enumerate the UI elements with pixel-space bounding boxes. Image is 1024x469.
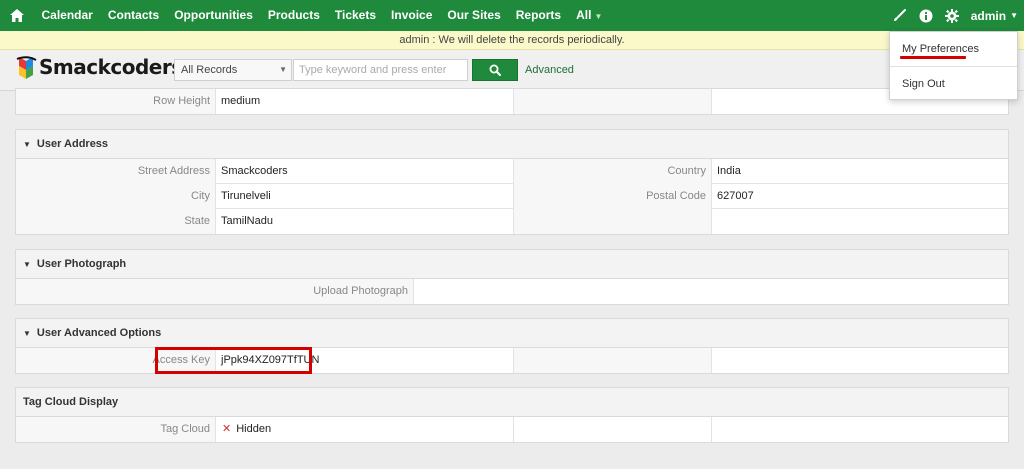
search-button[interactable] [472, 59, 518, 81]
empty-label [514, 417, 712, 442]
row-height-label: Row Height [16, 89, 216, 114]
nav-reports[interactable]: Reports [508, 0, 568, 31]
nav-contacts[interactable]: Contacts [100, 0, 166, 31]
block-header[interactable]: ▼ User Advanced Options [16, 319, 1008, 348]
table-row: City Tirunelveli Postal Code 627007 [16, 184, 1008, 209]
user-menu-toggle[interactable]: admin ▼ [965, 9, 1024, 23]
nav-invoice[interactable]: Invoice [384, 0, 440, 31]
table-row: Row Height medium [16, 89, 1008, 114]
table-row: Upload Photograph [16, 279, 1008, 304]
nav-tickets[interactable]: Tickets [327, 0, 383, 31]
chevron-down-icon: ▼ [279, 65, 287, 74]
my-preferences-link[interactable]: My Preferences [902, 43, 979, 55]
nav-all[interactable]: All ▼ [569, 0, 610, 32]
city-value: Tirunelveli [216, 184, 514, 209]
nav-products[interactable]: Products [260, 0, 327, 31]
empty-label [514, 209, 712, 234]
block-header: Tag Cloud Display [16, 388, 1008, 417]
collapse-triangle-icon[interactable]: ▼ [23, 130, 31, 159]
chevron-down-icon: ▼ [1010, 11, 1018, 20]
empty-label [514, 89, 712, 114]
nav-right-tools: admin ▼ [887, 0, 1024, 31]
advanced-search-link[interactable]: Advanced [525, 64, 574, 76]
table-row: Tag Cloud ✕ Hidden [16, 417, 1008, 442]
notice-banner: admin : We will delete the records perio… [0, 31, 1024, 50]
info-icon[interactable] [913, 0, 939, 31]
upload-photograph-value[interactable] [414, 279, 1008, 304]
user-dropdown-menu: My Preferences Sign Out [889, 31, 1018, 100]
detail-content: Row Height medium ▼ User Address Street … [0, 88, 1024, 469]
user-address-block: ▼ User Address Street Address Smackcoder… [15, 129, 1009, 235]
empty-value [712, 209, 1008, 234]
city-label: City [16, 184, 216, 209]
logo[interactable]: Smackcoders [16, 55, 183, 79]
records-filter-value: All Records [181, 64, 238, 76]
brush-icon[interactable] [887, 0, 913, 31]
block-header[interactable]: ▼ User Address [16, 130, 1008, 159]
gear-icon[interactable] [939, 0, 965, 31]
preferences-block: Row Height medium [15, 88, 1009, 115]
block-header[interactable]: ▼ User Photograph [16, 250, 1008, 279]
country-value: India [717, 165, 741, 177]
state-value: TamilNadu [216, 209, 514, 234]
dropdown-divider [890, 66, 1017, 67]
chevron-down-icon: ▼ [594, 11, 603, 21]
logo-mark-icon [16, 55, 38, 79]
block-title: User Advanced Options [36, 326, 162, 339]
home-icon[interactable] [0, 0, 34, 31]
my-preferences-underline [900, 56, 966, 59]
collapse-triangle-icon[interactable]: ▼ [23, 319, 31, 348]
tag-cloud-value: ✕ Hidden [216, 417, 514, 442]
empty-value [712, 348, 1008, 373]
top-navigation: Calendar Contacts Opportunities Products… [0, 0, 1024, 31]
nav-opportunities[interactable]: Opportunities [167, 0, 261, 31]
nav-our-sites[interactable]: Our Sites [440, 0, 508, 31]
notice-text: admin : We will delete the records perio… [399, 34, 625, 46]
records-filter-select[interactable]: All Records ▼ [174, 59, 292, 81]
cross-icon: ✕ [222, 423, 232, 435]
sign-out-link[interactable]: Sign Out [902, 78, 945, 90]
access-key-highlight [155, 347, 312, 374]
empty-value [712, 417, 1008, 442]
tag-cloud-block: Tag Cloud Display Tag Cloud ✕ Hidden [15, 387, 1009, 443]
tag-cloud-label: Tag Cloud [16, 417, 216, 442]
table-row: Street Address Smackcoders Country India [16, 159, 1008, 184]
block-title: User Photograph [36, 257, 127, 270]
nav-calendar[interactable]: Calendar [34, 0, 100, 31]
country-label: Country [514, 159, 712, 184]
nav-all-label: All [576, 7, 592, 22]
search-bar: Smackcoders All Records ▼ Advanced [0, 50, 1024, 91]
user-name: admin [970, 8, 1007, 23]
collapse-triangle-icon[interactable]: ▼ [23, 250, 31, 279]
brand-name: Smackcoders [39, 55, 183, 79]
postal-code-value: 627007 [717, 190, 754, 202]
search-input[interactable] [293, 59, 468, 81]
state-label: State [16, 209, 216, 234]
block-title: User Address [36, 137, 109, 150]
main-menu: Calendar Contacts Opportunities Products… [34, 0, 610, 31]
empty-label [514, 348, 712, 373]
search-icon [489, 64, 501, 76]
postal-code-label: Postal Code [514, 184, 712, 209]
row-height-value: medium [216, 89, 514, 114]
street-address-label: Street Address [16, 159, 216, 184]
user-photograph-block: ▼ User Photograph Upload Photograph [15, 249, 1009, 305]
block-title: Tag Cloud Display [23, 395, 119, 408]
tag-cloud-status: Hidden [236, 423, 272, 435]
table-row: State TamilNadu [16, 209, 1008, 234]
upload-photograph-label: Upload Photograph [16, 279, 414, 304]
street-address-value: Smackcoders [216, 159, 514, 184]
